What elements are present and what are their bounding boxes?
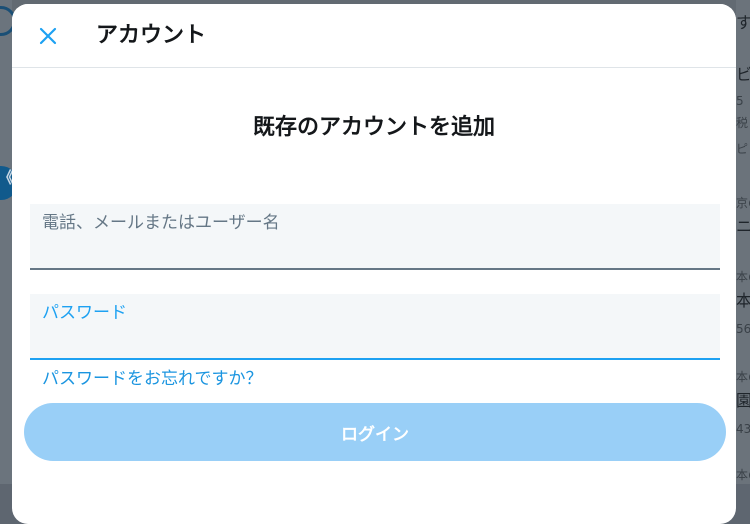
background-trend-text: ニュ	[736, 218, 750, 236]
background-trend-text: 税	[736, 116, 749, 130]
username-field[interactable]: 電話、メールまたはユーザー名	[30, 204, 720, 270]
header-title: アカウント	[96, 23, 207, 48]
password-field[interactable]: パスワード	[30, 294, 720, 360]
close-icon	[39, 27, 57, 45]
background-trend-text: 56	[736, 322, 750, 336]
background-trend-text: す	[736, 14, 750, 32]
background-trend-text: ピ	[736, 142, 749, 156]
password-input[interactable]	[42, 326, 706, 354]
background-trend-text: 本の	[736, 370, 750, 384]
background-trend-text: 京の	[736, 196, 750, 210]
background-trend-text: 本の	[736, 270, 750, 284]
background-trend-text: 園ジ	[736, 392, 750, 410]
username-input[interactable]	[42, 236, 706, 264]
background-trend-text: 本命	[736, 292, 750, 310]
background-trend-text: 本の	[736, 468, 750, 482]
background-trend-text: 5	[736, 94, 744, 108]
page-title: 既存のアカウントを追加	[252, 115, 495, 140]
username-label: 電話、メールまたはユーザー名	[42, 213, 280, 233]
modal-header: アカウント	[12, 4, 736, 68]
background-trend-text: ビ	[736, 66, 750, 84]
login-button[interactable]: ログイン	[24, 403, 726, 461]
background-trends-panel: す ビ 5 税 ピ 京の ニュ 本の 本命 56 本の 園ジ 43 本の	[736, 0, 750, 484]
close-button[interactable]	[30, 18, 66, 54]
forgot-password-link[interactable]: パスワードをお忘れですか？	[42, 368, 263, 390]
add-account-modal: アカウント 既存のアカウントを追加 電話、メールまたはユーザー名 パスワード パ…	[12, 4, 736, 524]
background-sidebar	[0, 0, 12, 484]
password-label: パスワード	[42, 303, 127, 323]
background-trend-text: 43	[736, 422, 750, 436]
